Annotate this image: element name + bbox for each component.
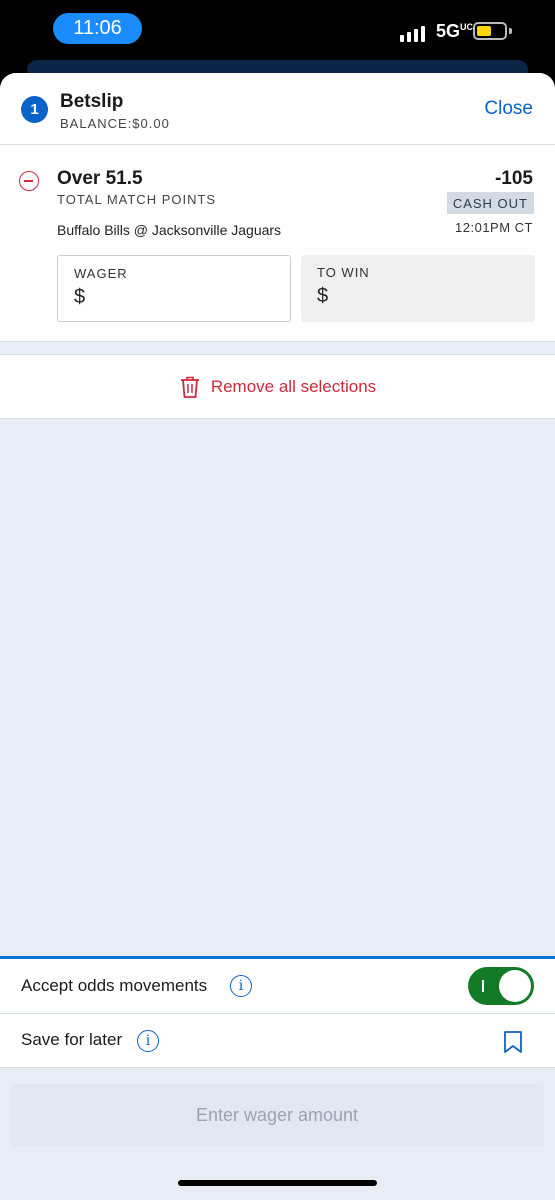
remove-all-label: Remove all selections xyxy=(210,376,377,396)
matchup-text: Buffalo Bills @ Jacksonville Jaguars xyxy=(57,222,282,238)
place-bet-button[interactable]: Enter wager amount xyxy=(10,1084,544,1147)
battery-level xyxy=(477,26,492,36)
save-for-later-info-icon[interactable]: i xyxy=(137,1030,159,1052)
accept-odds-row: Accept odds movements i xyxy=(0,959,555,1014)
status-time: 11:06 xyxy=(53,13,142,44)
remove-all-button[interactable]: Remove all selections xyxy=(0,354,555,419)
to-win-field: TO WIN $ xyxy=(301,255,535,322)
toggle-knob xyxy=(499,970,531,1002)
balance-text: BALANCE:$0.00 xyxy=(60,116,170,131)
accept-odds-info-icon[interactable]: i xyxy=(230,975,252,997)
event-time: 12:01PM CT xyxy=(455,220,533,235)
wager-label: WAGER xyxy=(74,266,128,281)
battery-tip xyxy=(509,28,512,34)
market-name: TOTAL MATCH POINTS xyxy=(57,192,217,207)
signal-icon xyxy=(400,24,425,42)
bookmark-icon[interactable] xyxy=(502,1030,524,1054)
battery-icon xyxy=(473,22,507,40)
bet-settings-panel: Accept odds movements i Save for later i… xyxy=(0,956,555,1200)
bet-card: Over 51.5 TOTAL MATCH POINTS Buffalo Bil… xyxy=(0,145,555,342)
close-button[interactable]: Close xyxy=(484,98,533,120)
network-suffix: UC xyxy=(460,22,474,32)
accept-odds-label: Accept odds movements xyxy=(21,976,208,995)
betslip-header: 1 Betslip BALANCE:$0.00 Close xyxy=(0,73,555,145)
save-for-later-row: Save for later i xyxy=(0,1014,555,1068)
accept-odds-toggle[interactable] xyxy=(468,967,534,1005)
remove-selection-icon[interactable] xyxy=(19,171,39,191)
wager-value: $ xyxy=(74,286,86,308)
odds-value: -105 xyxy=(494,168,533,189)
network-indicator: 5GUC xyxy=(436,21,473,42)
home-indicator xyxy=(178,1180,377,1186)
status-bar: 11:06 5GUC xyxy=(0,0,555,62)
save-for-later-label: Save for later xyxy=(21,1030,123,1049)
cash-out-badge: CASH OUT xyxy=(446,192,534,214)
to-win-label: TO WIN xyxy=(317,265,370,280)
network-label: 5G xyxy=(436,21,461,41)
selection-name: Over 51.5 xyxy=(57,168,143,189)
toggle-on-mark xyxy=(482,980,484,992)
selection-count-badge: 1 xyxy=(21,96,48,123)
to-win-value: $ xyxy=(317,285,329,307)
betslip-sheet: 1 Betslip BALANCE:$0.00 Close Over 51.5 … xyxy=(0,73,555,1200)
betslip-title: Betslip xyxy=(60,91,124,112)
wager-input[interactable]: WAGER $ xyxy=(57,255,291,322)
trash-icon xyxy=(180,376,199,398)
